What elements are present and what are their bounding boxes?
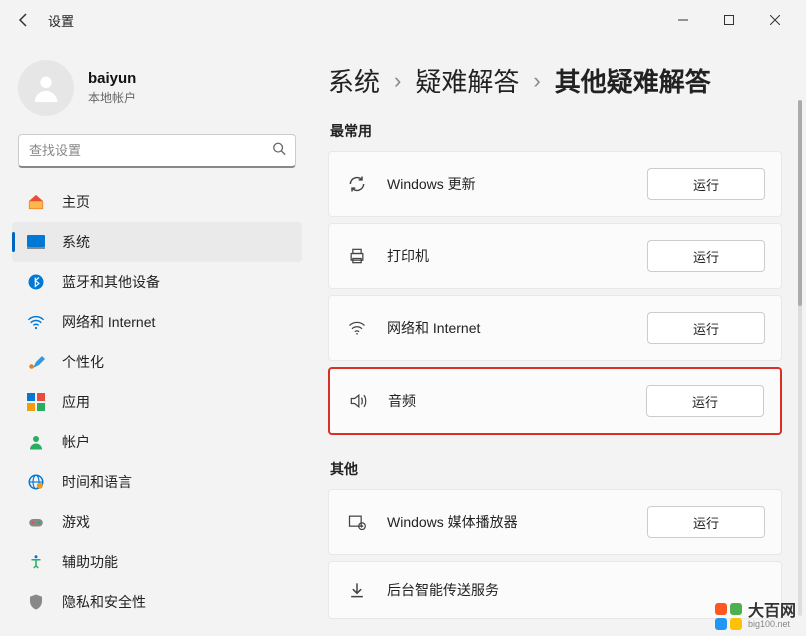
chevron-right-icon: › [394, 68, 401, 94]
printer-icon [345, 244, 369, 268]
troubleshooter-label: Windows 媒体播放器 [387, 512, 647, 532]
run-button[interactable]: 运行 [647, 312, 765, 344]
accessibility-icon [26, 552, 46, 572]
media-icon [345, 510, 369, 534]
breadcrumb-system[interactable]: 系统 [328, 62, 380, 99]
nav-apps[interactable]: 应用 [12, 382, 302, 422]
nav-label: 主页 [62, 192, 90, 212]
window-title: 设置 [48, 11, 74, 30]
wifi-icon [26, 312, 46, 332]
profile-name: baiyun [88, 70, 136, 87]
watermark-logo-icon [715, 603, 742, 630]
nav-gaming[interactable]: 游戏 [12, 502, 302, 542]
maximize-icon [724, 15, 734, 25]
troubleshooter-network: 网络和 Internet 运行 [328, 295, 782, 361]
breadcrumb: 系统 › 疑难解答 › 其他疑难解答 [328, 62, 782, 99]
watermark-url: big100.net [748, 620, 796, 629]
arrow-left-icon [16, 12, 32, 28]
watermark: 大百网 big100.net [715, 603, 796, 630]
scrollbar-thumb[interactable] [798, 100, 802, 306]
nav-label: 隐私和安全性 [62, 592, 146, 612]
close-button[interactable] [752, 4, 798, 36]
person-icon [29, 71, 63, 105]
apps-icon [26, 392, 46, 412]
troubleshooter-label: Windows 更新 [387, 174, 647, 194]
avatar [18, 60, 74, 116]
sidebar: baiyun 本地帐户 主页 系统 [0, 40, 310, 636]
minimize-button[interactable] [660, 4, 706, 36]
breadcrumb-current: 其他疑难解答 [555, 62, 711, 99]
troubleshooter-label: 音频 [388, 391, 646, 411]
run-button[interactable]: 运行 [647, 168, 765, 200]
nav-label: 游戏 [62, 512, 90, 532]
troubleshooter-bits: 后台智能传送服务 [328, 561, 782, 619]
back-button[interactable] [8, 4, 40, 36]
profile[interactable]: baiyun 本地帐户 [12, 48, 302, 134]
system-icon [26, 232, 46, 252]
troubleshooter-label: 后台智能传送服务 [387, 580, 765, 600]
globe-icon [26, 472, 46, 492]
search-icon [272, 142, 286, 161]
nav-network[interactable]: 网络和 Internet [12, 302, 302, 342]
nav-list: 主页 系统 蓝牙和其他设备 网络和 Internet 个性化 [12, 182, 302, 636]
troubleshooter-label: 打印机 [387, 246, 647, 266]
troubleshooter-media-player: Windows 媒体播放器 运行 [328, 489, 782, 555]
run-button[interactable]: 运行 [647, 506, 765, 538]
nav-label: 应用 [62, 392, 90, 412]
nav-time-language[interactable]: 时间和语言 [12, 462, 302, 502]
refresh-icon [345, 172, 369, 196]
nav-label: 辅助功能 [62, 552, 118, 572]
wifi-icon [345, 316, 369, 340]
brush-icon [26, 352, 46, 372]
troubleshooter-windows-update: Windows 更新 运行 [328, 151, 782, 217]
volume-icon [346, 389, 370, 413]
section-other: 其他 [330, 459, 782, 479]
troubleshooter-printer: 打印机 运行 [328, 223, 782, 289]
nav-system[interactable]: 系统 [12, 222, 302, 262]
nav-privacy[interactable]: 隐私和安全性 [12, 582, 302, 622]
minimize-icon [678, 15, 688, 25]
profile-sub: 本地帐户 [88, 89, 136, 106]
nav-personalization[interactable]: 个性化 [12, 342, 302, 382]
run-button[interactable]: 运行 [647, 240, 765, 272]
titlebar: 设置 [0, 0, 806, 40]
run-button[interactable]: 运行 [646, 385, 764, 417]
nav-accounts[interactable]: 帐户 [12, 422, 302, 462]
bluetooth-icon [26, 272, 46, 292]
nav-bluetooth[interactable]: 蓝牙和其他设备 [12, 262, 302, 302]
main-content: 系统 › 疑难解答 › 其他疑难解答 最常用 Windows 更新 运行 打印机… [310, 40, 806, 636]
nav-label: 蓝牙和其他设备 [62, 272, 160, 292]
maximize-button[interactable] [706, 4, 752, 36]
troubleshooter-audio: 音频 运行 [328, 367, 782, 435]
download-icon [345, 578, 369, 602]
chevron-right-icon: › [533, 68, 540, 94]
troubleshooter-label: 网络和 Internet [387, 318, 647, 338]
nav-label: 个性化 [62, 352, 104, 372]
search-input[interactable] [18, 134, 296, 168]
watermark-text: 大百网 [748, 604, 796, 620]
gamepad-icon [26, 512, 46, 532]
account-icon [26, 432, 46, 452]
home-icon [26, 192, 46, 212]
nav-accessibility[interactable]: 辅助功能 [12, 542, 302, 582]
nav-label: 系统 [62, 232, 90, 252]
close-icon [770, 15, 780, 25]
nav-home[interactable]: 主页 [12, 182, 302, 222]
shield-icon [26, 592, 46, 612]
nav-label: 时间和语言 [62, 472, 132, 492]
nav-label: 网络和 Internet [62, 312, 155, 332]
section-frequent: 最常用 [330, 121, 782, 141]
breadcrumb-troubleshoot[interactable]: 疑难解答 [415, 62, 519, 99]
scrollbar[interactable] [798, 100, 802, 616]
nav-label: 帐户 [62, 432, 90, 452]
